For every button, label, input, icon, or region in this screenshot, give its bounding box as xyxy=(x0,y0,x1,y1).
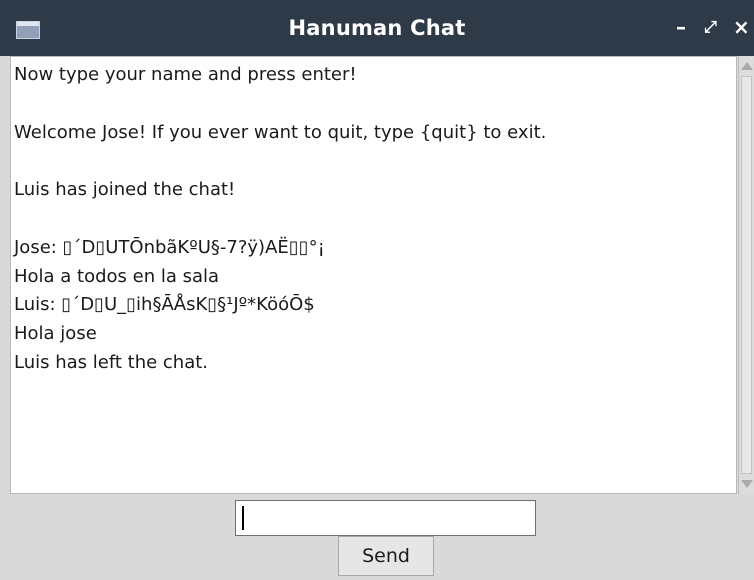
chat-message: Luis has left the chat. xyxy=(14,351,209,373)
scroll-up-arrow-icon[interactable] xyxy=(741,62,753,70)
chat-blank-line xyxy=(14,147,733,176)
chat-message: Now type your name and press enter! xyxy=(14,64,357,85)
chat-message-list: Now type your name and press enter! Welco… xyxy=(11,57,736,382)
message-input[interactable] xyxy=(235,500,536,536)
send-button[interactable]: Send xyxy=(338,536,434,576)
chat-blank-line xyxy=(14,90,733,119)
chat-message: Hola jose xyxy=(14,323,97,345)
chat-message: Luis: ▯´D▯U_▯ih§ĀÅsK▯§¹Jº*KöóŌ$ xyxy=(14,294,315,316)
window-title: Hanuman Chat xyxy=(288,16,466,40)
maximize-icon[interactable]: ⤢ xyxy=(704,16,717,38)
scroll-down-arrow-icon[interactable] xyxy=(741,480,753,488)
input-panel: Send xyxy=(0,494,754,580)
close-icon[interactable]: × xyxy=(733,16,750,38)
chat-scrollbar[interactable] xyxy=(738,56,754,494)
chat-message: Hola a todos en la sala xyxy=(14,265,220,287)
scrollbar-trough[interactable] xyxy=(741,76,752,474)
title-bar: Hanuman Chat – ⤢ × xyxy=(0,0,754,56)
text-caret xyxy=(242,506,244,530)
chat-message: Luis has joined the chat! xyxy=(14,179,236,201)
chat-message: Welcome Jose! If you ever want to quit, … xyxy=(14,121,547,143)
chat-log[interactable]: Now type your name and press enter! Welco… xyxy=(10,56,737,494)
minimize-icon[interactable]: – xyxy=(676,16,686,38)
chat-blank-line xyxy=(14,205,733,234)
chat-message: Jose: ▯´D▯UTŌnbãKºU§-7?ÿ)AË▯▯°¡ xyxy=(14,236,325,258)
